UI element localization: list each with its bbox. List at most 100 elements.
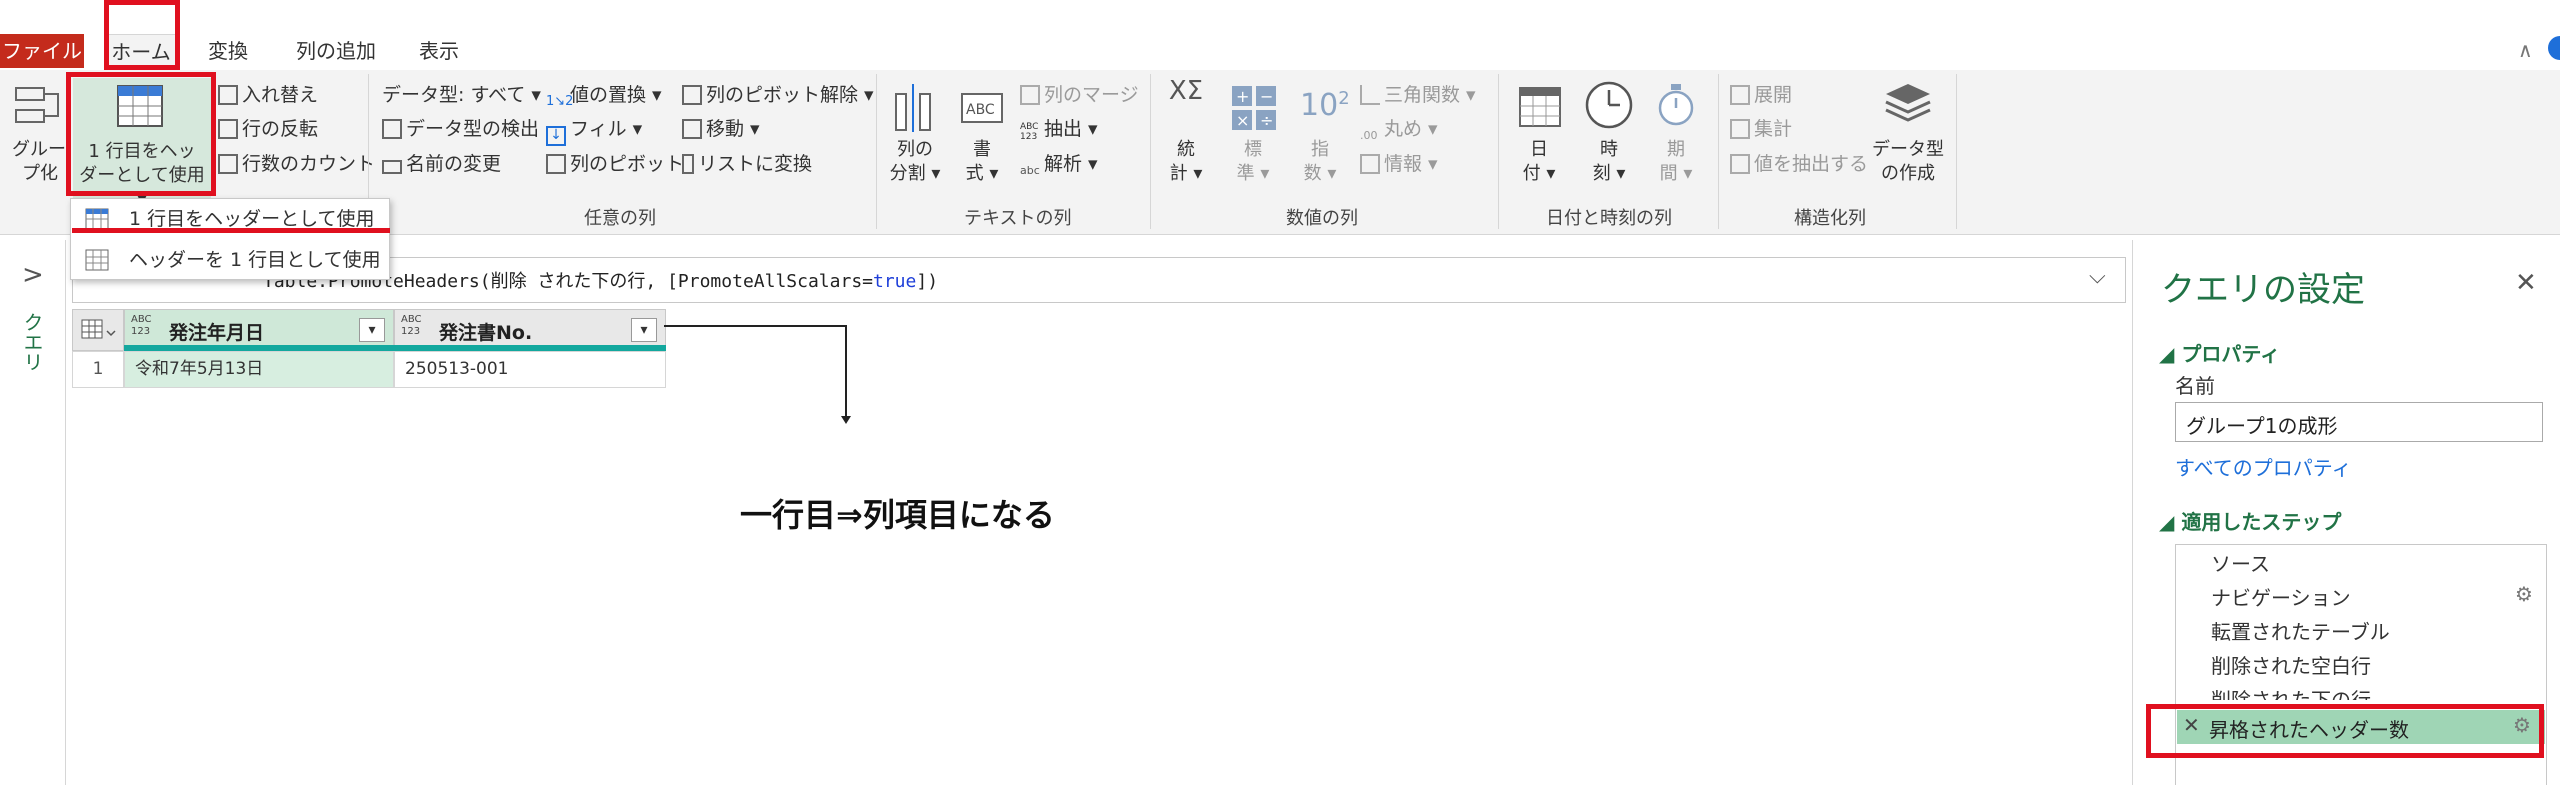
ribbon-tab-bar: ファイル ホーム 変換 列の追加 表示 ∧ [0,0,2560,70]
step-navigation[interactable]: ナビゲーション [2211,582,2351,611]
tab-file[interactable]: ファイル [0,34,84,68]
menu-item-use-first-row[interactable]: 1 行目をヘッダーとして使用 [71,199,389,239]
table-cell[interactable]: 250513-001 [394,351,666,388]
aggregate-icon [1730,119,1750,139]
duration-icon [1658,84,1694,126]
menu-item-use-header-as-first-row[interactable]: ヘッダーを 1 行目として使用 [71,240,389,280]
aggregate-button[interactable]: 集計 [1730,114,1792,141]
gear-icon[interactable]: ⚙ [2513,713,2531,737]
svg-text:÷: ÷ [1260,111,1273,130]
table-icon [85,249,109,271]
transpose-icon [218,85,238,105]
merge-columns-button[interactable]: 列のマージ [1020,80,1139,107]
parse-icon: abc [1020,164,1040,177]
statistics-icon: XΣ [1168,76,1204,106]
create-data-type-icon [1885,84,1931,122]
highlight-underline [72,228,390,233]
rename-button[interactable]: 名前の変更 [382,149,501,176]
tab-add-column[interactable]: 列の追加 [284,34,388,68]
fill-button[interactable]: ↓ フィル ▾ [546,114,642,146]
gear-icon[interactable]: ⚙ [2515,582,2533,606]
table-menu-button[interactable] [72,309,124,351]
rounding-button[interactable]: .00 丸め ▾ [1360,114,1438,149]
annotation-arrow [664,325,851,424]
table-header-icon [85,208,109,230]
table-cell[interactable]: 令和7年5月13日 [124,351,394,388]
group-by-button[interactable]: グルー プ化 [12,138,66,186]
extract-values-button[interactable]: 値を抽出する [1730,149,1868,176]
standard-button[interactable]: 標準 ▾ [1228,138,1278,186]
step-source[interactable]: ソース [2211,548,2270,577]
all-properties-link[interactable]: すべてのプロパティ [2175,452,2352,481]
create-data-type-button[interactable]: データ型 の作成 [1868,138,1948,186]
step-promoted-headers[interactable]: ✕ 昇格されたヘッダー数 ⚙ [2177,710,2545,744]
time-button[interactable]: 時刻 ▾ [1582,138,1636,186]
use-first-row-menu: 1 行目をヘッダーとして使用 ヘッダーを 1 行目として使用 [70,198,390,280]
query-settings-pane: クエリの設定 ✕ ◢ プロパティ 名前 グループ1の成形 すべてのプロパティ ◢… [2132,240,2560,785]
statistics-button[interactable]: 統計 ▾ [1162,138,1210,186]
separator [876,74,877,229]
expand-queries-icon[interactable]: > [22,260,44,290]
column-header-label: 発注書No. [439,322,533,344]
tab-transform[interactable]: 変換 [196,34,260,68]
detect-type-button[interactable]: データ型の検出 [382,114,539,141]
annotation-text: 一行目⇒列項目になる [740,496,1055,534]
extract-button[interactable]: ABC 123 抽出 ▾ [1020,114,1098,142]
properties-section[interactable]: ◢ プロパティ [2159,338,2280,367]
applied-steps-section[interactable]: ◢ 適用したステップ [2159,506,2341,535]
time-icon [1585,81,1633,129]
pivot-icon [546,154,566,174]
formula-expand-icon[interactable]: ⌵ [2089,264,2106,289]
trigonometry-button[interactable]: 三角関数 ▾ [1360,80,1476,107]
row-number: 1 [72,351,124,388]
delete-step-icon[interactable]: ✕ [2183,713,2200,737]
transpose-button[interactable]: 入れ替え [218,80,318,107]
scientific-button[interactable]: 指数 ▾ [1296,138,1344,186]
help-icon[interactable] [2548,36,2560,60]
format-icon: ABC [961,93,1003,123]
queries-label[interactable]: クエリ [18,312,47,372]
svg-text:−: − [1260,87,1273,106]
count-rows-icon [218,154,238,174]
move-button[interactable]: 移動 ▾ [682,114,760,141]
group-label-structured-column: 構造化列 [1794,208,1866,229]
data-type-dropdown[interactable]: データ型: すべて ▾ [382,80,541,107]
step-transposed-table[interactable]: 転置されたテーブル [2211,616,2390,645]
column-header-label: 発注年月日 [169,322,265,344]
split-column-button[interactable]: 列の 分割 ▾ [882,138,948,186]
close-icon[interactable]: ✕ [2515,268,2537,298]
duration-button[interactable]: 期間 ▾ [1652,138,1700,186]
pivot-column-button[interactable]: 列のピボット [546,149,684,176]
move-icon [682,119,702,139]
split-column-icon [895,84,931,132]
data-grid: ABC 123 発注年月日 ▾ ABC 123 発注書No. ▾ 1 令和7年5月1… [72,309,666,389]
parse-button[interactable]: abc 解析 ▾ [1020,149,1098,184]
date-button[interactable]: 日付 ▾ [1514,138,1564,186]
count-rows-button[interactable]: 行数のカウント [218,149,375,176]
group-label-datetime-column: 日付と時刻の列 [1546,208,1672,229]
tab-home[interactable]: ホーム [106,34,176,70]
query-name-input[interactable]: グループ1の成形 [2175,402,2543,442]
step-removed-blank-rows[interactable]: 削除された空白行 [2211,650,2371,679]
reverse-rows-icon [218,119,238,139]
query-settings-title: クエリの設定 [2161,270,2365,310]
step-removed-bottom-rows[interactable]: 削除された下の行 [2211,684,2371,700]
standard-icon: + − × ÷ [1232,86,1276,130]
information-button[interactable]: 情報 ▾ [1360,149,1438,176]
expand-button[interactable]: 展開 [1730,80,1792,107]
group-label-any-column: 任意の列 [584,208,656,229]
trigonometry-icon [1360,85,1380,105]
group-label-number-column: 数値の列 [1286,208,1358,229]
table-icon [81,319,116,339]
filter-dropdown-icon[interactable]: ▾ [631,318,657,342]
convert-to-list-button[interactable]: リストに変換 [682,149,812,176]
unpivot-button[interactable]: 列のピボット解除 ▾ [682,80,874,107]
filter-dropdown-icon[interactable]: ▾ [359,318,385,342]
replace-values-button[interactable]: 1↘2値の置換 ▾ [546,80,662,114]
separator [1150,74,1151,229]
format-button[interactable]: 書式 ▾ [960,138,1004,186]
tab-view[interactable]: 表示 [407,34,471,68]
reverse-rows-button[interactable]: 行の反転 [218,114,318,141]
information-icon [1360,154,1380,174]
collapse-ribbon-icon[interactable]: ∧ [2518,38,2533,62]
